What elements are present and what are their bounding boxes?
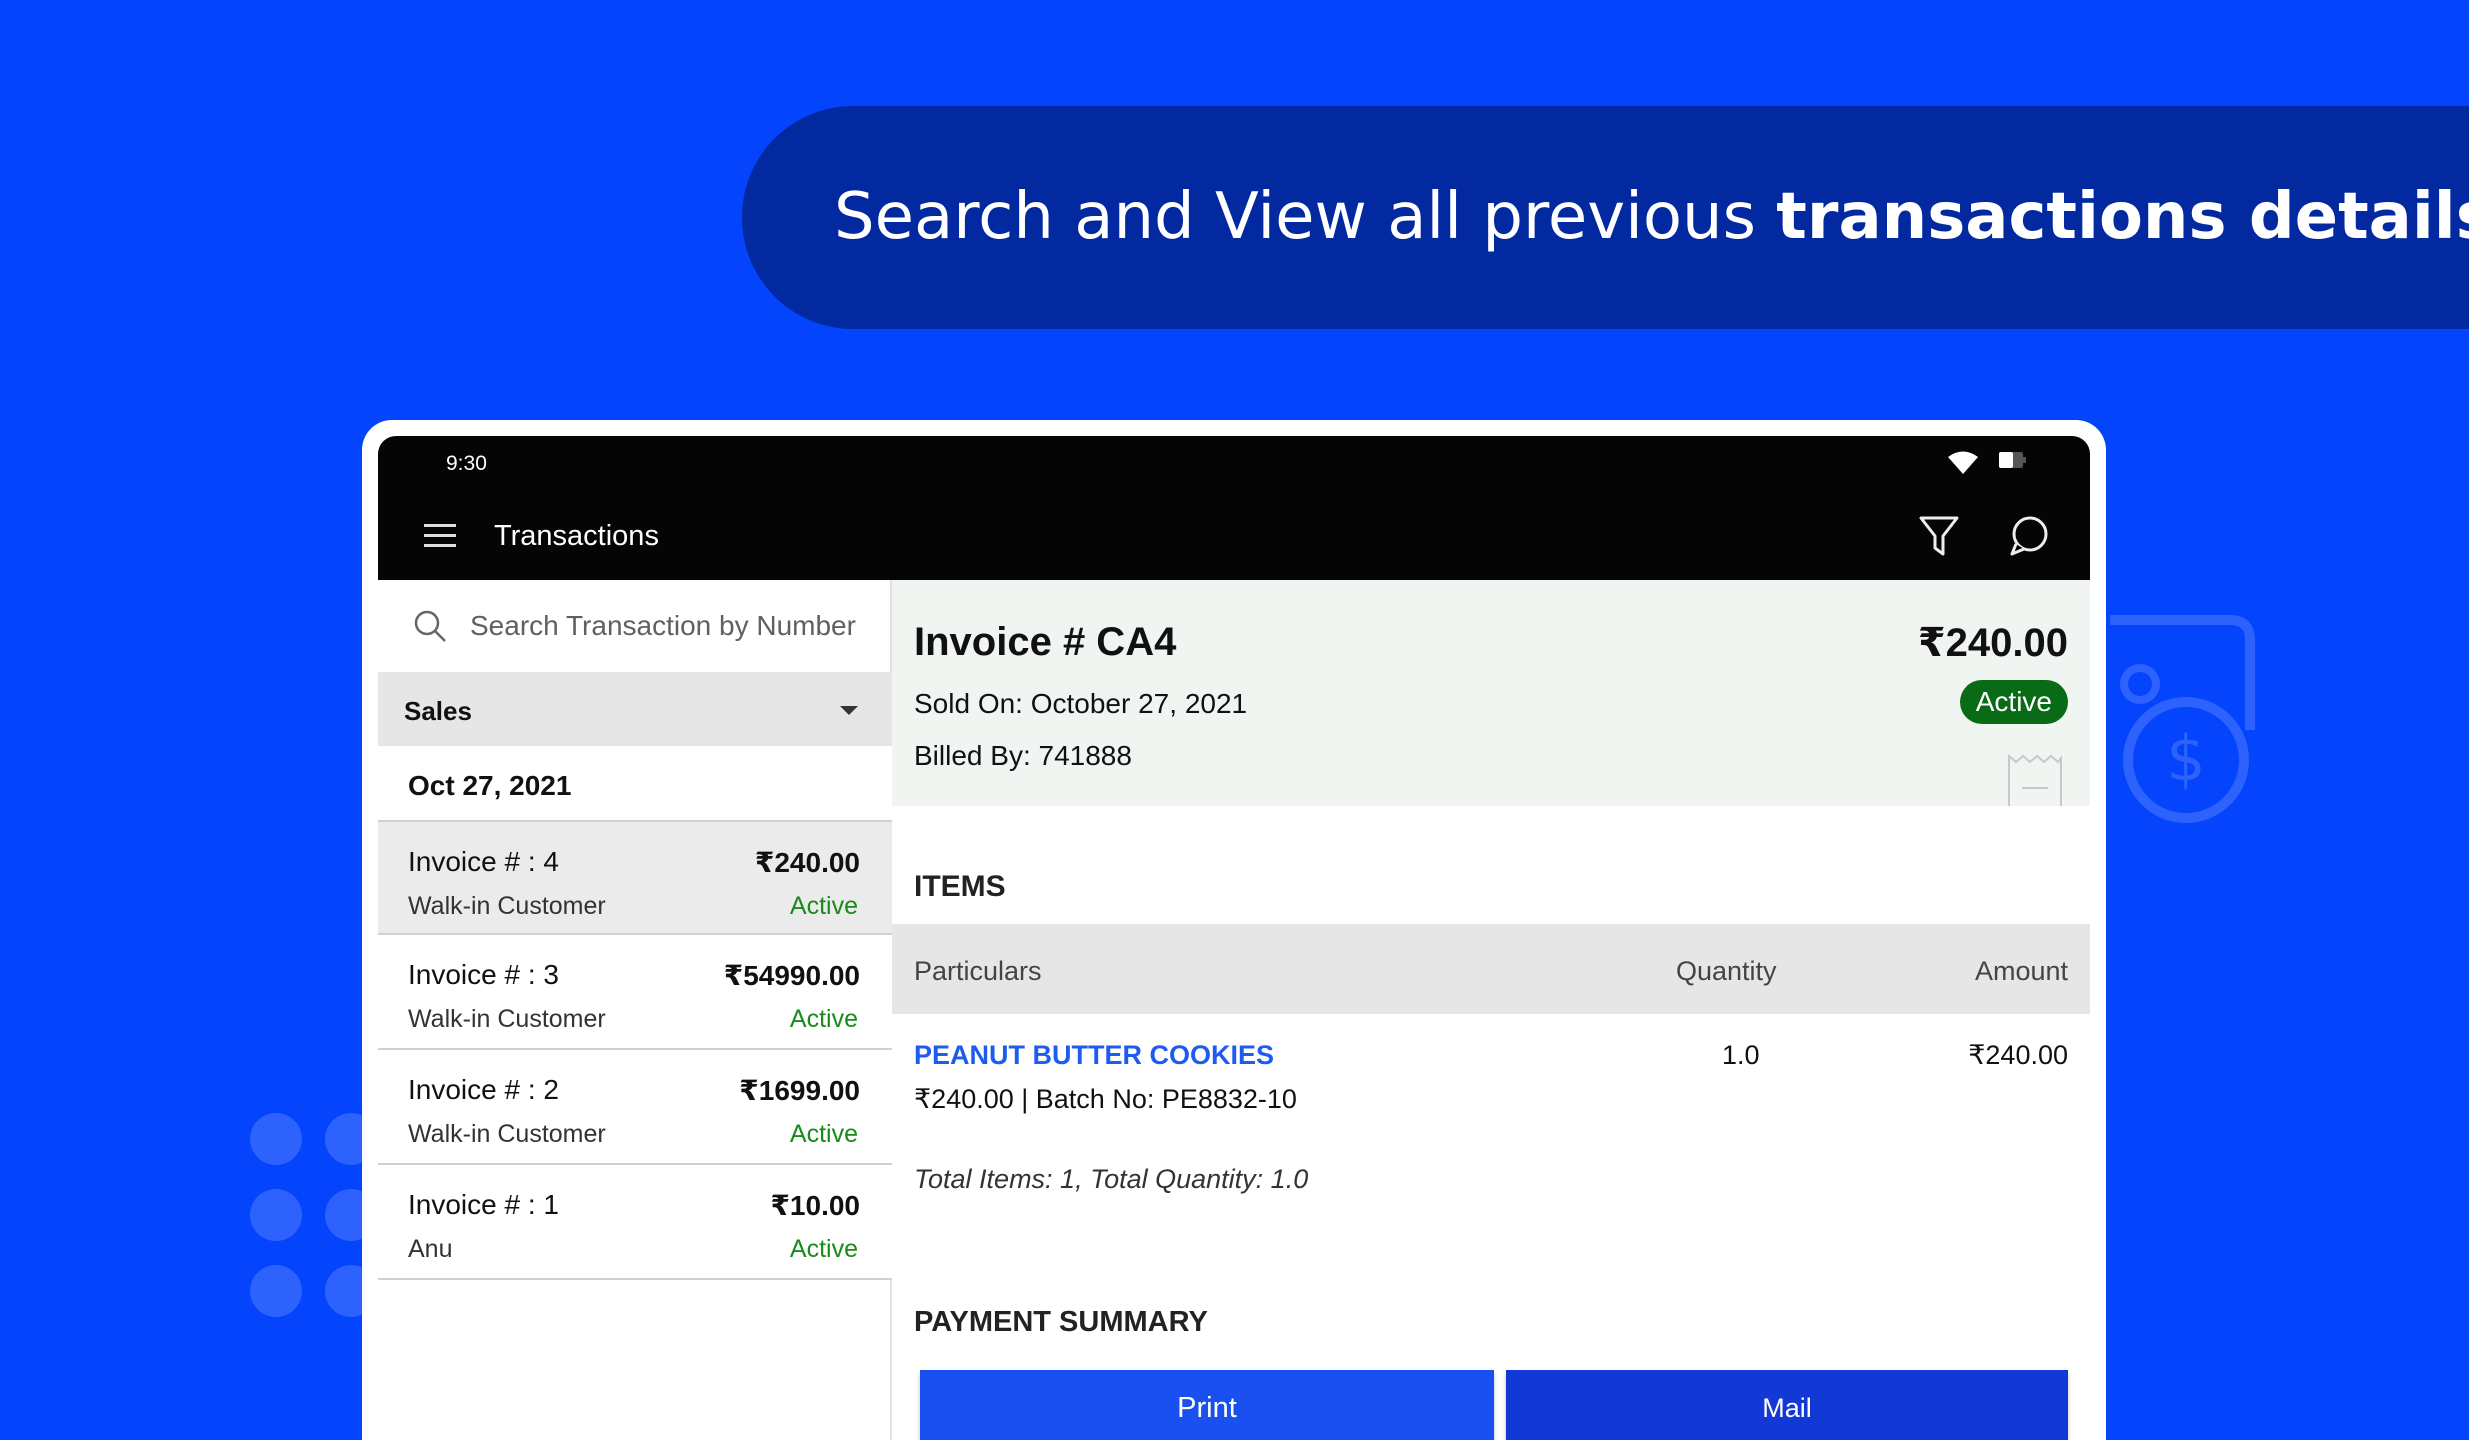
invoice-sold-on: Sold On: October 27, 2021 [914,688,1248,719]
item-detail: ₹240.00 | Batch No: PE8832-10 [914,1084,1297,1114]
transaction-row[interactable]: Invoice # : 4 ₹240.00 Walk-in Customer A… [378,820,892,935]
transaction-number: Invoice # : 1 [408,1189,559,1220]
transaction-list: Invoice # : 4 ₹240.00 Walk-in Customer A… [378,820,892,1280]
tablet-frame: 9:30 Transactions Search Transaction by … [362,420,2106,1440]
transaction-customer: Anu [408,1235,453,1263]
transaction-status: Active [789,1005,858,1033]
invoice-total: ₹240.00 [1917,621,2068,665]
transaction-number: Invoice # : 3 [408,959,559,990]
filter-icon[interactable] [1918,514,1960,558]
headline-bold: transactions details [1776,180,2469,254]
items-totals: Total Items: 1, Total Quantity: 1.0 [914,1164,1309,1194]
transaction-amount: ₹1699.00 [739,1075,860,1106]
app-bar: Transactions [378,492,2090,580]
column-header-quantity: Quantity [1676,956,1777,986]
search-input[interactable] [470,602,880,650]
headline-prefix: Search and View all previous [834,180,1777,254]
transaction-row[interactable]: Invoice # : 3 ₹54990.00 Walk-in Customer… [378,935,892,1050]
invoice-header: Invoice # CA4 ₹240.00 Sold On: October 2… [892,580,2090,806]
chat-icon[interactable] [2008,514,2050,558]
transaction-status: Active [789,1235,858,1263]
transaction-amount: ₹54990.00 [723,960,860,991]
page-title: Transactions [494,520,659,552]
transaction-customer: Walk-in Customer [408,892,606,920]
transaction-list-panel: Sales Oct 27, 2021 Invoice # : 4 ₹240.00… [378,580,892,1440]
decorative-dot [250,1189,302,1241]
svg-text:$: $ [2166,722,2205,795]
money-icon: $ [2110,615,2255,823]
decorative-dot [250,1113,302,1165]
wifi-icon [1948,451,1978,474]
transaction-row[interactable]: Invoice # : 1 ₹10.00 Anu Active [378,1165,892,1280]
battery-icon [1999,452,2026,468]
headline-text: Search and View all previous transaction… [834,180,2469,254]
column-header-particulars: Particulars [914,956,1042,986]
transaction-status: Active [789,892,858,920]
app-screen: 9:30 Transactions Search Transaction by … [378,436,2090,1440]
dropdown-selected-value: Sales [404,696,472,726]
item-quantity: 1.0 [1722,1040,1760,1070]
transaction-row[interactable]: Invoice # : 2 ₹1699.00 Walk-in Customer … [378,1050,892,1165]
items-table-header: Particulars Quantity Amount [892,924,2090,1014]
transaction-amount: ₹10.00 [770,1190,860,1221]
transaction-customer: Walk-in Customer [408,1120,606,1148]
transaction-number: Invoice # : 4 [408,846,559,877]
invoice-detail-panel: Invoice # CA4 ₹240.00 Sold On: October 2… [892,580,2090,1440]
item-name-link[interactable]: PEANUT BUTTER COOKIES [914,1040,1274,1071]
decorative-dot [250,1265,302,1317]
date-group-header: Oct 27, 2021 [378,746,892,820]
invoice-title: Invoice # CA4 [914,620,1177,664]
status-badge: Active [1959,680,2068,724]
transaction-status: Active [789,1120,858,1148]
search-bar [378,580,892,672]
transaction-amount: ₹240.00 [754,847,860,878]
search-icon [414,610,446,642]
status-time: 9:30 [446,452,487,475]
print-button[interactable]: Print [920,1370,1494,1440]
transaction-number: Invoice # : 2 [408,1074,559,1105]
column-header-amount: Amount [1974,956,2068,986]
date-group-label: Oct 27, 2021 [408,770,572,801]
status-bar: 9:30 [378,436,2090,492]
items-heading: ITEMS [914,870,1006,903]
menu-icon[interactable] [424,522,456,550]
transaction-type-dropdown[interactable]: Sales [378,672,892,746]
chevron-down-icon [840,706,858,715]
invoice-billed-by: Billed By: 741888 [914,740,1132,771]
receipt-icon [2008,753,2062,806]
transaction-customer: Walk-in Customer [408,1005,606,1033]
mail-button[interactable]: Mail [1506,1370,2068,1440]
payment-summary-heading: PAYMENT SUMMARY [914,1306,1208,1338]
item-amount: ₹240.00 [1968,1040,2068,1070]
